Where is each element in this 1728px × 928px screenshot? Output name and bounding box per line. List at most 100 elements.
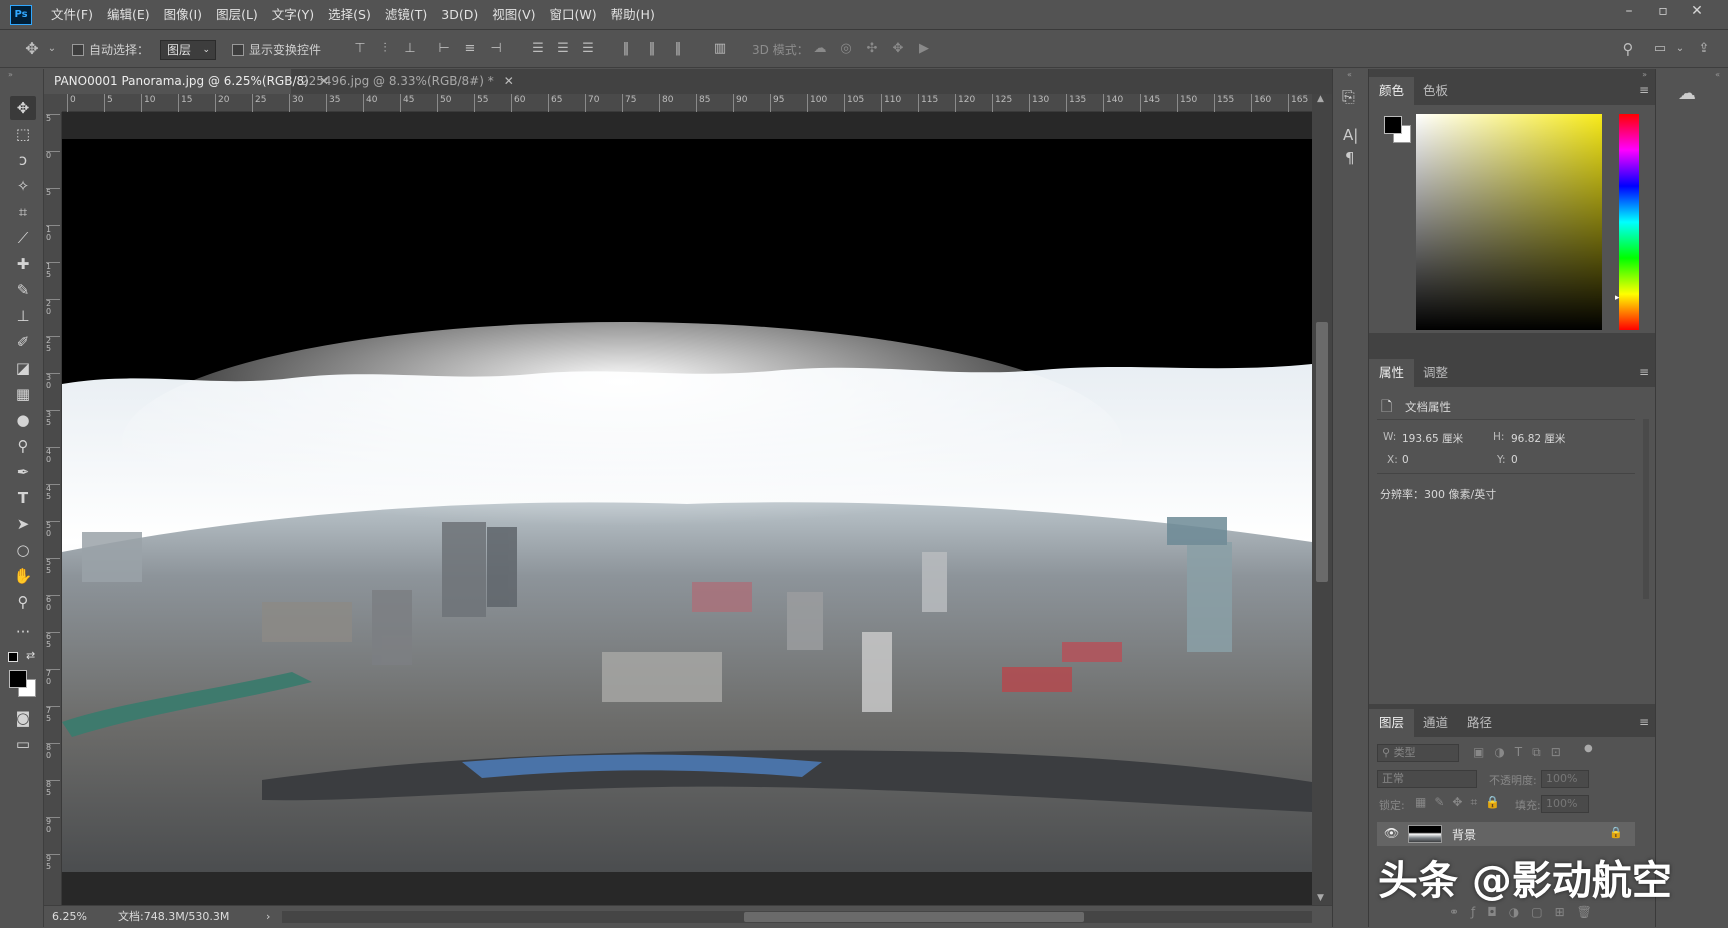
ellipse-tool-icon[interactable]: ○ — [10, 538, 36, 562]
expand-arrows-icon[interactable]: « — [1347, 70, 1352, 79]
share-icon[interactable]: ⇪ — [1696, 41, 1712, 57]
distribute-bottom-icon[interactable]: ☰ — [580, 41, 596, 57]
expand-arrows-icon[interactable]: « — [1715, 70, 1720, 79]
tab-color[interactable]: 颜色 — [1369, 77, 1415, 105]
zoom-level[interactable]: 6.25% — [52, 906, 87, 928]
brush-tool-icon[interactable]: ✎ — [10, 278, 36, 302]
history-brush-tool-icon[interactable]: ✐ — [10, 330, 36, 354]
menu-3d[interactable]: 3D(D) — [434, 0, 485, 30]
filter-toggle-icon[interactable]: ● — [1584, 743, 1593, 754]
distribute-left-icon[interactable]: ‖ — [618, 41, 634, 57]
photoshop-app-icon[interactable]: Ps — [10, 4, 32, 25]
move-tool-icon[interactable]: ✥ — [24, 41, 40, 57]
workspace-icon[interactable]: ▭ — [1652, 41, 1668, 57]
h-value[interactable]: 96.82 厘米 — [1511, 431, 1565, 446]
tab-layers[interactable]: 图层 — [1369, 709, 1415, 737]
panel-menu-icon[interactable]: ≡ — [1639, 715, 1649, 729]
horizontal-ruler[interactable]: 0 5 10 15 20 25 30 35 40 45 50 55 60 65 70 75 80 85 90 95 10… — [62, 94, 1312, 112]
status-menu-arrow[interactable]: › — [266, 906, 270, 928]
maximize-button[interactable]: ▫ — [1646, 0, 1680, 22]
minimize-button[interactable]: – — [1612, 0, 1646, 22]
properties-scrollbar[interactable] — [1643, 419, 1649, 599]
fill-field[interactable]: 100% — [1541, 795, 1589, 813]
tab-swatches[interactable]: 色板 — [1413, 77, 1458, 105]
layer-filter-dropdown[interactable]: ⚲ 类型 — [1377, 744, 1459, 762]
color-field[interactable] — [1416, 114, 1602, 330]
blend-mode-dropdown[interactable]: 正常 — [1377, 770, 1477, 788]
menu-image[interactable]: 图像(I) — [157, 0, 209, 30]
auto-select-dropdown[interactable]: 图层 ⌄ — [160, 40, 216, 60]
layer-row[interactable]: 👁 背景 🔒 — [1377, 822, 1635, 846]
horizontal-scroll-thumb[interactable] — [744, 912, 1084, 922]
layer-footer-icons[interactable]: ⚭ƒ◘◑▢⊞🗑 — [1449, 905, 1604, 919]
x-value[interactable]: 0 — [1402, 454, 1409, 466]
type-tool-icon[interactable]: T — [10, 486, 36, 510]
tab-document-1[interactable]: PANO0001 Panorama.jpg @ 6.25%(RGB/8) ✕ — [44, 69, 329, 94]
vertical-scroll-thumb[interactable] — [1316, 322, 1328, 582]
scroll-up-icon[interactable]: ▲ — [1317, 94, 1324, 104]
pen-tool-icon[interactable]: ✒ — [10, 460, 36, 484]
3d-slide-icon[interactable]: ✥ — [890, 41, 906, 57]
distribute-hcenter-icon[interactable]: ‖ — [644, 41, 660, 57]
more-tools-icon[interactable]: ··· — [10, 620, 36, 644]
foreground-color-swatch[interactable] — [1384, 116, 1402, 134]
paragraph-panel-icon[interactable]: ¶ — [1345, 149, 1355, 167]
opacity-field[interactable]: 100% — [1541, 770, 1589, 788]
hand-tool-icon[interactable]: ✋ — [10, 564, 36, 588]
distribute-vcenter-icon[interactable]: ☰ — [555, 41, 571, 57]
creative-cloud-libraries-icon[interactable]: ☁ — [1678, 83, 1696, 104]
quick-mask-icon[interactable]: ◙ — [10, 706, 36, 730]
path-selection-tool-icon[interactable]: ➤ — [10, 512, 36, 536]
move-tool-icon[interactable]: ✥ — [10, 96, 36, 120]
menu-select[interactable]: 选择(S) — [321, 0, 378, 30]
chevron-down-icon[interactable]: ⌄ — [1672, 41, 1688, 57]
ruler-corner[interactable] — [44, 94, 62, 112]
tab-channels[interactable]: 通道 — [1413, 709, 1458, 737]
y-value[interactable]: 0 — [1511, 454, 1518, 466]
lasso-tool-icon[interactable]: ↄ — [10, 148, 36, 172]
zoom-tool-icon[interactable]: ⚲ — [10, 590, 36, 614]
search-icon[interactable]: ⚲ — [1620, 41, 1636, 57]
close-icon[interactable]: ✕ — [504, 74, 514, 88]
marquee-tool-icon[interactable]: ⬚ — [10, 122, 36, 146]
align-bottom-icon[interactable]: ⊥ — [402, 41, 418, 57]
history-panel-icon[interactable]: ⎘ — [1342, 87, 1355, 107]
align-top-icon[interactable]: ⊤ — [352, 41, 368, 57]
character-panel-icon[interactable]: A| — [1343, 126, 1358, 144]
gradient-tool-icon[interactable]: ▦ — [10, 382, 36, 406]
layer-filter-icons[interactable]: ▣◑T⧉⊡ — [1473, 745, 1571, 760]
clone-stamp-tool-icon[interactable]: ⊥ — [10, 304, 36, 328]
menu-layer[interactable]: 图层(L) — [209, 0, 265, 30]
hue-slider[interactable] — [1619, 114, 1639, 330]
menu-view[interactable]: 视图(V) — [485, 0, 542, 30]
swap-colors-icon[interactable]: ⇄ — [26, 649, 35, 662]
chevron-down-icon[interactable]: ⌄ — [44, 41, 60, 57]
lock-icons[interactable]: ▦✎✥⌗🔒 — [1415, 795, 1508, 810]
align-vcenter-icon[interactable]: ⫶ — [377, 41, 393, 57]
panel-menu-icon[interactable]: ≡ — [1639, 83, 1649, 97]
distribute-right-icon[interactable]: ‖ — [670, 41, 686, 57]
scroll-down-icon[interactable]: ▼ — [1317, 893, 1324, 903]
align-left-icon[interactable]: ⊢ — [436, 41, 452, 57]
blur-tool-icon[interactable]: ● — [10, 408, 36, 432]
healing-brush-tool-icon[interactable]: ✚ — [10, 252, 36, 276]
foreground-color-swatch[interactable] — [9, 670, 27, 688]
menu-type[interactable]: 文字(Y) — [265, 0, 321, 30]
3d-pan-icon[interactable]: ✣ — [864, 41, 880, 57]
lock-icon[interactable]: 🔒 — [1609, 826, 1623, 839]
vertical-scrollbar[interactable]: ▲ ▼ — [1312, 94, 1332, 905]
vertical-ruler[interactable]: 5 0 5 1 0 1 5 2 0 2 5 3 0 3 5 4 0 4 5 5 0 5 5 6 0 6 5 7… — [44, 112, 62, 905]
auto-select-checkbox[interactable]: 自动选择： — [72, 40, 149, 60]
tab-properties[interactable]: 属性 — [1369, 359, 1415, 387]
magic-wand-tool-icon[interactable]: ✧ — [10, 174, 36, 198]
tab-document-2[interactable]: 225496.jpg @ 8.33%(RGB/8#) * ✕ — [291, 69, 514, 94]
eyedropper-tool-icon[interactable]: ⟋ — [10, 226, 36, 250]
menu-filter[interactable]: 滤镜(T) — [378, 0, 434, 30]
menu-help[interactable]: 帮助(H) — [604, 0, 662, 30]
eye-visibility-icon[interactable]: 👁 — [1384, 826, 1399, 840]
crop-tool-icon[interactable]: ⌗ — [10, 200, 36, 224]
eraser-tool-icon[interactable]: ◪ — [10, 356, 36, 380]
dodge-tool-icon[interactable]: ⚲ — [10, 434, 36, 458]
layer-name[interactable]: 背景 — [1452, 826, 1476, 843]
show-transform-checkbox[interactable]: 显示变换控件 — [232, 40, 321, 60]
